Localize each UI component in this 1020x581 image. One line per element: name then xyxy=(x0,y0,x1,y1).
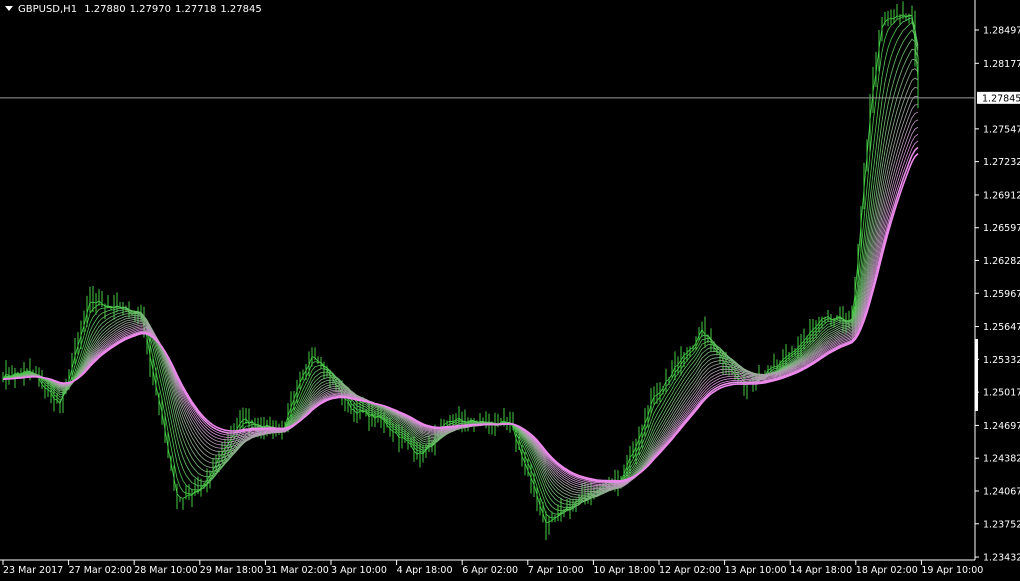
x-tick-label: 29 Mar 18:00 xyxy=(200,565,263,576)
y-tick-label: 1.25017 xyxy=(983,388,1020,399)
y-tick-label: 1.28497 xyxy=(983,26,1020,37)
moving-average-line xyxy=(2,126,919,487)
x-tick-label: 31 Mar 02:00 xyxy=(265,565,328,576)
y-tick-label: 1.27547 xyxy=(983,124,1020,135)
x-tick-label: 14 Apr 18:00 xyxy=(790,565,852,576)
moving-average-line xyxy=(2,77,919,496)
x-tick-label: 10 Apr 18:00 xyxy=(593,565,655,576)
moving-average-line xyxy=(2,104,919,491)
y-tick-label: 1.24067 xyxy=(983,486,1020,497)
x-tick-label: 28 Mar 10:00 xyxy=(134,565,197,576)
moving-average-line xyxy=(2,38,919,506)
moving-average-line xyxy=(2,58,919,501)
x-tick-label: 27 Mar 02:00 xyxy=(69,565,132,576)
x-tick-label: 7 Apr 10:00 xyxy=(528,565,584,576)
moving-average-line xyxy=(2,153,919,482)
moving-average-line xyxy=(2,86,919,494)
x-tick-label: 19 Apr 10:00 xyxy=(921,565,983,576)
y-tick-label: 1.23752 xyxy=(983,519,1020,530)
moving-average-line xyxy=(2,15,919,519)
x-tick-label: 3 Apr 10:00 xyxy=(331,565,387,576)
scroll-marker xyxy=(975,339,978,411)
moving-average-line xyxy=(2,68,919,498)
price-chart[interactable]: 1.28497 1.28177 1.27547 1.27232 1.26912 1.265… xyxy=(0,0,1020,581)
x-tick-label: 6 Apr 02:00 xyxy=(462,565,518,576)
y-tick-label: 1.26597 xyxy=(983,223,1020,234)
y-tick-label: 1.28177 xyxy=(983,59,1020,70)
y-tick-label: 1.26282 xyxy=(983,256,1020,267)
current-price-label: 1.27845 xyxy=(982,93,1020,104)
moving-average-line xyxy=(2,14,919,524)
moving-average-line xyxy=(2,95,919,492)
x-tick-label: 12 Apr 02:00 xyxy=(659,565,721,576)
moving-average-line xyxy=(2,29,919,508)
x-tick-label: 23 Mar 2017 xyxy=(3,565,63,576)
y-tick-label: 1.27232 xyxy=(983,157,1020,168)
y-tick-label: 1.25967 xyxy=(983,289,1020,300)
x-tick-label: 13 Apr 10:00 xyxy=(725,565,787,576)
moving-average-line xyxy=(2,48,919,503)
y-tick-label: 1.25332 xyxy=(983,355,1020,366)
y-tick-label: 1.26912 xyxy=(983,190,1020,201)
x-tick-label: 4 Apr 18:00 xyxy=(397,565,453,576)
y-tick-label: 1.24382 xyxy=(983,454,1020,465)
moving-average-line xyxy=(2,111,919,490)
chart-window: GBPUSD,H1 1.27880 1.27970 1.27718 1.27845 1… xyxy=(0,0,1020,581)
y-tick-label: 1.25647 xyxy=(983,322,1020,333)
moving-average-line xyxy=(2,17,919,515)
moving-average-line xyxy=(2,119,919,488)
y-tick-label: 1.23432 xyxy=(983,553,1020,564)
moving-average-line xyxy=(2,133,919,485)
moving-average-line xyxy=(2,22,919,511)
y-tick-label: 1.24697 xyxy=(983,421,1020,432)
x-tick-label: 18 Apr 02:00 xyxy=(856,565,918,576)
